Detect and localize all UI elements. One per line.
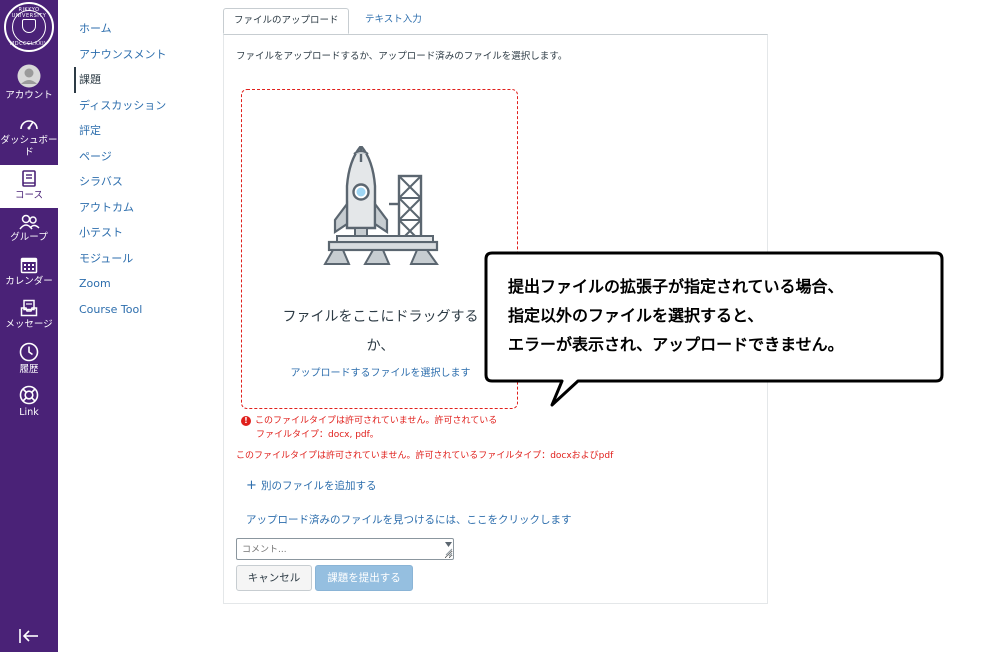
avatar-icon: [17, 64, 41, 88]
add-another-file-label: 別のファイルを追加する: [261, 480, 377, 492]
comment-field[interactable]: [236, 538, 454, 560]
callout-line3: エラーが表示され、アップロードできません。: [508, 335, 844, 354]
course-nav-syllabus[interactable]: シラバス: [74, 169, 204, 195]
rocket-icon: [323, 146, 439, 265]
resize-grip-icon[interactable]: [444, 540, 453, 558]
nav-inbox[interactable]: メッセージ: [0, 299, 58, 331]
course-nav-home[interactable]: ホーム: [74, 16, 204, 42]
crest-icon: [22, 19, 36, 33]
drop-instruction-or: か、: [366, 338, 395, 354]
course-nav-announcements[interactable]: アナウンスメント: [74, 42, 204, 68]
nav-courses[interactable]: コース: [0, 165, 58, 208]
nav-history-label: 履歴: [19, 364, 39, 375]
university-logo[interactable]: RIKKYO UNIVERSITY MDCCCLXXIV: [4, 2, 54, 52]
calendar-icon: [20, 257, 38, 274]
submit-assignment-button[interactable]: 課題を提出する: [315, 565, 413, 591]
course-nav-outcomes[interactable]: アウトカム: [74, 195, 204, 221]
nav-link-label: Link: [19, 407, 39, 418]
add-another-file-button[interactable]: + 別のファイルを追加する: [246, 478, 377, 493]
course-nav-grades[interactable]: 評定: [74, 118, 204, 144]
nav-calendar[interactable]: カレンダー: [0, 256, 58, 288]
book-icon: [22, 170, 36, 187]
error-icon: !: [241, 415, 251, 426]
course-nav-zoom[interactable]: Zoom: [74, 271, 204, 297]
callout-text: 提出ファイルの拡張子が指定されている場合、 指定以外のファイルを選択すると、 エ…: [508, 272, 938, 359]
nav-link[interactable]: Link: [0, 385, 58, 419]
file-drop-zone[interactable]: ファイルをここにドラッグする か、 アップロードするファイルを選択します: [241, 89, 518, 409]
file-type-error-summary: このファイルタイプは許可されていません。許可されているファイルタイプ：docxお…: [236, 451, 614, 461]
upload-instruction: ファイルをアップロードするか、アップロード済みのファイルを選択します。: [236, 51, 568, 62]
nav-groups-label: グループ: [10, 232, 48, 243]
nav-dashboard[interactable]: ダッシュボード: [0, 115, 58, 159]
nav-history[interactable]: 履歴: [0, 342, 58, 376]
collapse-nav-icon[interactable]: [17, 626, 41, 646]
plus-icon: +: [246, 478, 257, 493]
course-nav-assignments[interactable]: 課題: [74, 67, 204, 93]
tab-text-entry[interactable]: テキスト入力: [355, 8, 432, 34]
course-nav-course-tool[interactable]: Course Tool: [74, 297, 204, 323]
global-nav: RIKKYO UNIVERSITY MDCCCLXXIV アカウント ダッシュボ…: [0, 0, 58, 652]
cancel-button[interactable]: キャンセル: [236, 565, 312, 591]
nav-account-label: アカウント: [5, 90, 53, 101]
nav-groups[interactable]: グループ: [0, 214, 58, 244]
file-type-error: ! このファイルタイプは許可されていません。許可されている ファイルタイプ：doc…: [241, 414, 541, 442]
nav-dashboard-label: ダッシュボード: [0, 135, 58, 158]
tab-file-upload[interactable]: ファイルのアップロード: [223, 8, 349, 34]
lifebuoy-icon: [19, 385, 39, 405]
course-nav-quizzes[interactable]: 小テスト: [74, 220, 204, 246]
callout-line1: 提出ファイルの拡張子が指定されている場合、: [508, 277, 844, 296]
course-nav-discussions[interactable]: ディスカッション: [74, 93, 204, 119]
logo-text-bottom: MDCCCLXXIV: [9, 41, 49, 47]
dashboard-icon: [20, 120, 38, 130]
nav-courses-label: コース: [14, 190, 44, 201]
group-icon: [19, 214, 40, 230]
nav-inbox-label: メッセージ: [5, 319, 53, 330]
file-type-error-line1: このファイルタイプは許可されていません。許可されている: [255, 416, 498, 426]
select-file-link[interactable]: アップロードするファイルを選択します: [242, 364, 519, 379]
callout-line2: 指定以外のファイルを選択すると、: [508, 306, 764, 325]
course-nav-modules[interactable]: モジュール: [74, 246, 204, 272]
drop-instruction-text: ファイルをここにドラッグする: [282, 309, 479, 325]
course-nav: ホーム アナウンスメント 課題 ディスカッション 評定 ページ シラバス アウト…: [74, 16, 204, 322]
nav-calendar-label: カレンダー: [5, 276, 53, 287]
nav-account[interactable]: アカウント: [0, 64, 58, 102]
clock-icon: [19, 342, 39, 362]
file-type-error-line2: ファイルタイプ：docx, pdf。: [256, 430, 379, 440]
find-uploaded-files-link[interactable]: アップロード済みのファイルを見つけるには、ここをクリックします: [246, 512, 572, 527]
course-nav-pages[interactable]: ページ: [74, 144, 204, 170]
inbox-icon: [20, 299, 38, 317]
